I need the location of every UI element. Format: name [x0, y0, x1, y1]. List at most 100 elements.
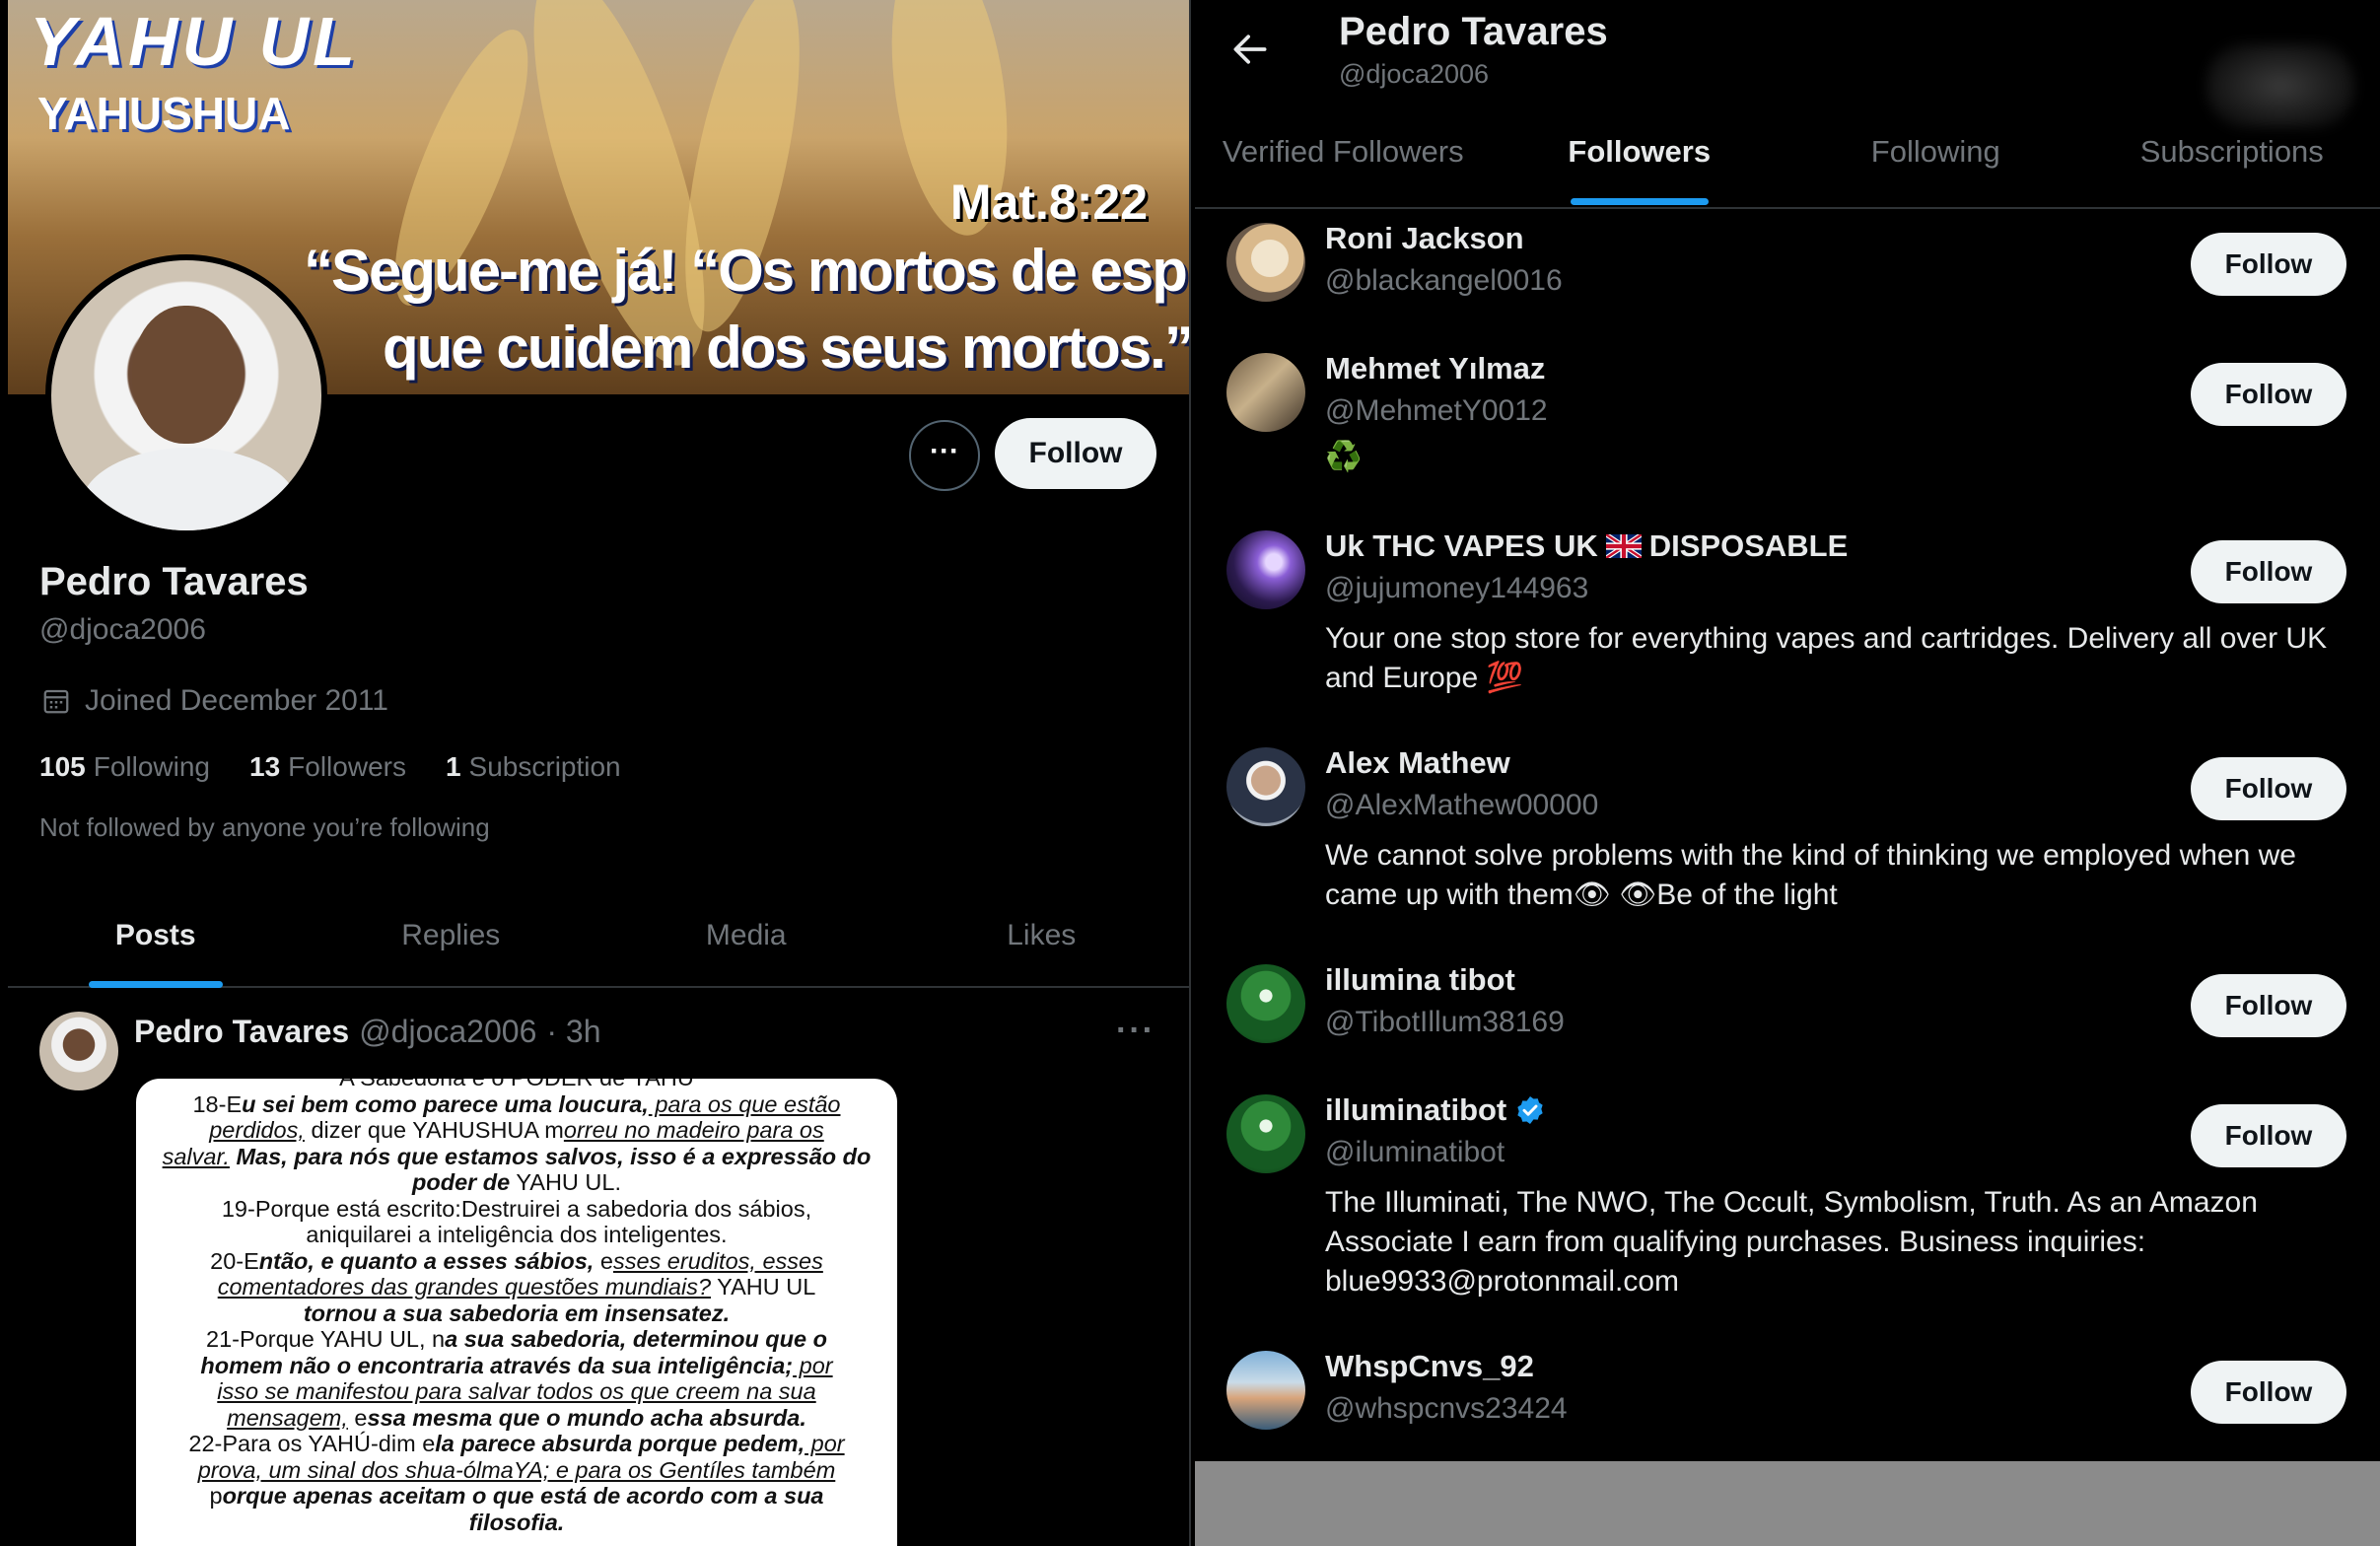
follower-avatar[interactable]: [1226, 964, 1305, 1043]
follower-avatar[interactable]: [1226, 1094, 1305, 1173]
image-line: A Sabedoria e o PODER de YAHU: [158, 1079, 875, 1091]
joined-text: Joined December 2011: [85, 684, 388, 717]
not-followed-note: Not followed by anyone you’re following: [39, 812, 490, 842]
follower-bio: The Illuminati, The NWO, The Occult, Sym…: [1325, 1186, 2258, 1298]
image-line: aniquilarei a inteligência dos inteligen…: [306, 1222, 728, 1247]
followers-header: Pedro Tavares @djoca2006 Verified Follow…: [1195, 0, 2380, 209]
image-line: filosofia.: [468, 1509, 565, 1535]
post-author-name[interactable]: Pedro Tavares: [134, 1014, 349, 1050]
followers-stat[interactable]: 13 Followers: [249, 751, 406, 783]
image-line: homem não o encontraria através da sua i…: [200, 1352, 833, 1378]
follower-row[interactable]: illumina tibot @TibotIllum38169 Follow: [1195, 950, 2380, 1079]
follow-button[interactable]: Follow: [995, 418, 1156, 489]
follower-name[interactable]: Mehmet Yılmaz: [1325, 351, 1545, 386]
verified-badge-icon: [1517, 1096, 1543, 1124]
profile-avatar[interactable]: [45, 254, 327, 536]
tab-subscriptions[interactable]: Subscriptions: [2084, 110, 2380, 205]
banner-subtitle: YAHUSHUA: [37, 88, 291, 139]
follower-handle[interactable]: @jujumoney144963: [1325, 572, 1588, 605]
follower-bio: Your one stop store for everything vapes…: [1325, 622, 2328, 694]
follower-name[interactable]: Roni Jackson: [1325, 221, 1524, 256]
profile-name: Pedro Tavares: [39, 560, 309, 603]
uk-flag-icon: [1605, 534, 1642, 558]
tab-verified-followers[interactable]: Verified Followers: [1195, 110, 1492, 205]
image-line: porque apenas aceitam o que está de acor…: [209, 1483, 824, 1509]
follow-button[interactable]: Follow: [2191, 1361, 2346, 1424]
tab-followers[interactable]: Followers: [1492, 110, 1788, 205]
follower-row[interactable]: Mehmet Yılmaz @MehmetY0012 ♻️ Follow: [1195, 339, 2380, 517]
image-line: salvar. Mas, para nós que estamos salvos…: [162, 1143, 872, 1169]
profile-tabs: Posts Replies Media Likes: [8, 887, 1189, 988]
follower-bio: ♻️: [1325, 441, 1363, 473]
follower-avatar[interactable]: [1226, 353, 1305, 432]
empty-footer-area: [1195, 1461, 2380, 1546]
follower-avatar[interactable]: [1226, 1351, 1305, 1430]
post-image[interactable]: A Sabedoria e o PODER de YAHU 18-Eu sei …: [136, 1079, 897, 1546]
follower-row[interactable]: WhspCnvs_92 @whspcnvs23424 Follow: [1195, 1337, 2380, 1461]
image-line: comentadores das grandes questões mundia…: [217, 1274, 816, 1300]
profile-stats: 105 Following 13 Followers 1 Subscription: [39, 751, 621, 783]
image-line: tornou a sua sabedoria em insensatez.: [303, 1300, 731, 1326]
follow-button[interactable]: Follow: [2191, 974, 2346, 1037]
subscriptions-stat[interactable]: 1 Subscription: [446, 751, 621, 783]
follower-name[interactable]: Alex Mathew: [1325, 745, 1510, 781]
banner-quote-line1: “Segue-me já! “Os mortos de espírito: [304, 238, 1189, 304]
image-line: 20-Então, e quanto a esses sábios, esses…: [210, 1247, 823, 1274]
follower-avatar[interactable]: [1226, 223, 1305, 302]
more-options-button[interactable]: ···: [909, 420, 980, 491]
profile-handle: @djoca2006: [39, 613, 206, 646]
back-arrow-icon[interactable]: [1228, 28, 1272, 71]
follower-handle[interactable]: @iluminatibot: [1325, 1136, 1505, 1169]
joined-date: Joined December 2011: [41, 684, 388, 718]
image-line: perdidos, dizer que YAHUSHUA morreu no m…: [209, 1117, 824, 1143]
calendar-icon: [43, 689, 69, 714]
follower-name[interactable]: illuminatibot: [1325, 1092, 1546, 1128]
follower-name[interactable]: Uk THC VAPES UK DISPOSABLE: [1325, 528, 1848, 564]
follower-bio: We cannot solve problems with the kind o…: [1325, 839, 2296, 911]
tab-media[interactable]: Media: [598, 887, 894, 986]
follower-handle[interactable]: @MehmetY0012: [1325, 394, 1548, 428]
image-line: 19-Porque está escrito:Destruirei a sabe…: [221, 1195, 812, 1222]
image-line: prova, um sinal dos shua-ólmaYA; e para …: [197, 1456, 836, 1483]
follower-name[interactable]: WhspCnvs_92: [1325, 1349, 1534, 1384]
tab-replies[interactable]: Replies: [304, 887, 599, 986]
post-more-icon[interactable]: ···: [1116, 1012, 1155, 1050]
header-name: Pedro Tavares: [1339, 10, 1608, 53]
follow-button[interactable]: Follow: [2191, 540, 2346, 603]
tab-likes[interactable]: Likes: [894, 887, 1190, 986]
follower-name[interactable]: illumina tibot: [1325, 962, 1515, 998]
image-line: isso se manifestou para salvar todos os …: [217, 1378, 816, 1404]
post[interactable]: Pedro Tavares @djoca2006 · 3h ··· A Sabe…: [8, 988, 1189, 1546]
post-avatar[interactable]: [39, 1012, 118, 1090]
follower-avatar[interactable]: [1226, 530, 1305, 609]
following-stat[interactable]: 105 Following: [39, 751, 210, 783]
image-line: poder de YAHU UL.: [412, 1169, 621, 1195]
profile-panel: YAHU UL YAHUSHUA Mat.8:22 “Segue-me já! …: [0, 0, 1191, 1546]
follower-handle[interactable]: @blackangel0016: [1325, 264, 1563, 298]
follower-handle[interactable]: @AlexMathew00000: [1325, 789, 1598, 822]
follow-button[interactable]: Follow: [2191, 757, 2346, 820]
image-line: 22-Para os YAHÚ-dim ela parece absurda p…: [188, 1431, 845, 1456]
follower-row[interactable]: Alex Mathew @AlexMathew00000 We cannot s…: [1195, 734, 2380, 950]
banner-title: YAHU UL: [30, 3, 359, 80]
header-handle: @djoca2006: [1339, 59, 1490, 89]
post-author-handle[interactable]: @djoca2006: [359, 1014, 536, 1050]
tab-following[interactable]: Following: [1787, 110, 2084, 205]
banner-quote-line2: que cuidem dos seus mortos.”: [383, 315, 1189, 381]
follower-avatar[interactable]: [1226, 747, 1305, 826]
follower-row[interactable]: Uk THC VAPES UK DISPOSABLE @jujumoney144…: [1195, 517, 2380, 734]
image-line: 21-Porque YAHU UL, na sua sabedoria, det…: [206, 1326, 827, 1352]
post-header: Pedro Tavares @djoca2006 · 3h: [134, 1014, 601, 1050]
tab-posts[interactable]: Posts: [8, 887, 304, 986]
follow-button[interactable]: Follow: [2191, 363, 2346, 426]
image-line: mensagem, essa mesma que o mundo acha ab…: [227, 1404, 806, 1431]
banner-reference: Mat.8:22: [949, 175, 1148, 230]
followers-panel: Pedro Tavares @djoca2006 Verified Follow…: [1195, 0, 2380, 1546]
follower-handle[interactable]: @TibotIllum38169: [1325, 1006, 1565, 1039]
follow-button[interactable]: Follow: [2191, 233, 2346, 296]
follower-row[interactable]: Roni Jackson @blackangel0016 Follow: [1195, 209, 2380, 337]
follower-row[interactable]: illuminatibot @iluminatibot The Illumina…: [1195, 1081, 2380, 1335]
follow-button[interactable]: Follow: [2191, 1104, 2346, 1167]
post-time[interactable]: · 3h: [546, 1014, 600, 1050]
follower-handle[interactable]: @whspcnvs23424: [1325, 1392, 1568, 1426]
